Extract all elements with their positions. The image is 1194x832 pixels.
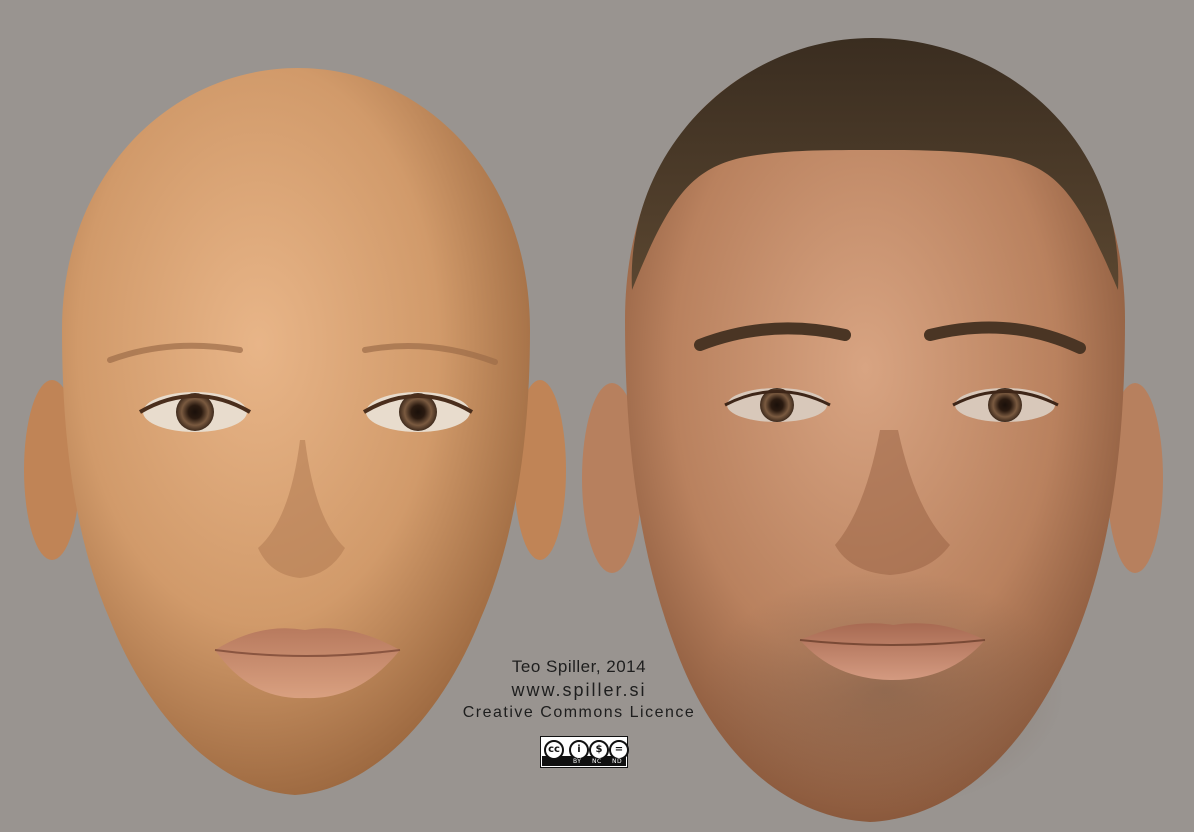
badge-label-nc: NC [592, 758, 602, 765]
badge-label-by: BY [573, 758, 582, 765]
credit-author: Teo Spiller, 2014 [511, 657, 647, 676]
cc-license-badge: cc i $ = BY NC ND [540, 736, 629, 768]
credit-website: www.spiller.si [511, 680, 647, 700]
cc-icon: cc [544, 740, 564, 760]
credits-block: Teo Spiller, 2014 www.spiller.si Creativ… [440, 656, 718, 724]
male-stubble [705, 570, 1065, 810]
credit-licence: Creative Commons Licence [462, 704, 696, 721]
badge-label-nd: ND [612, 758, 623, 765]
image-canvas: Teo Spiller, 2014 www.spiller.si Creativ… [0, 0, 1194, 832]
